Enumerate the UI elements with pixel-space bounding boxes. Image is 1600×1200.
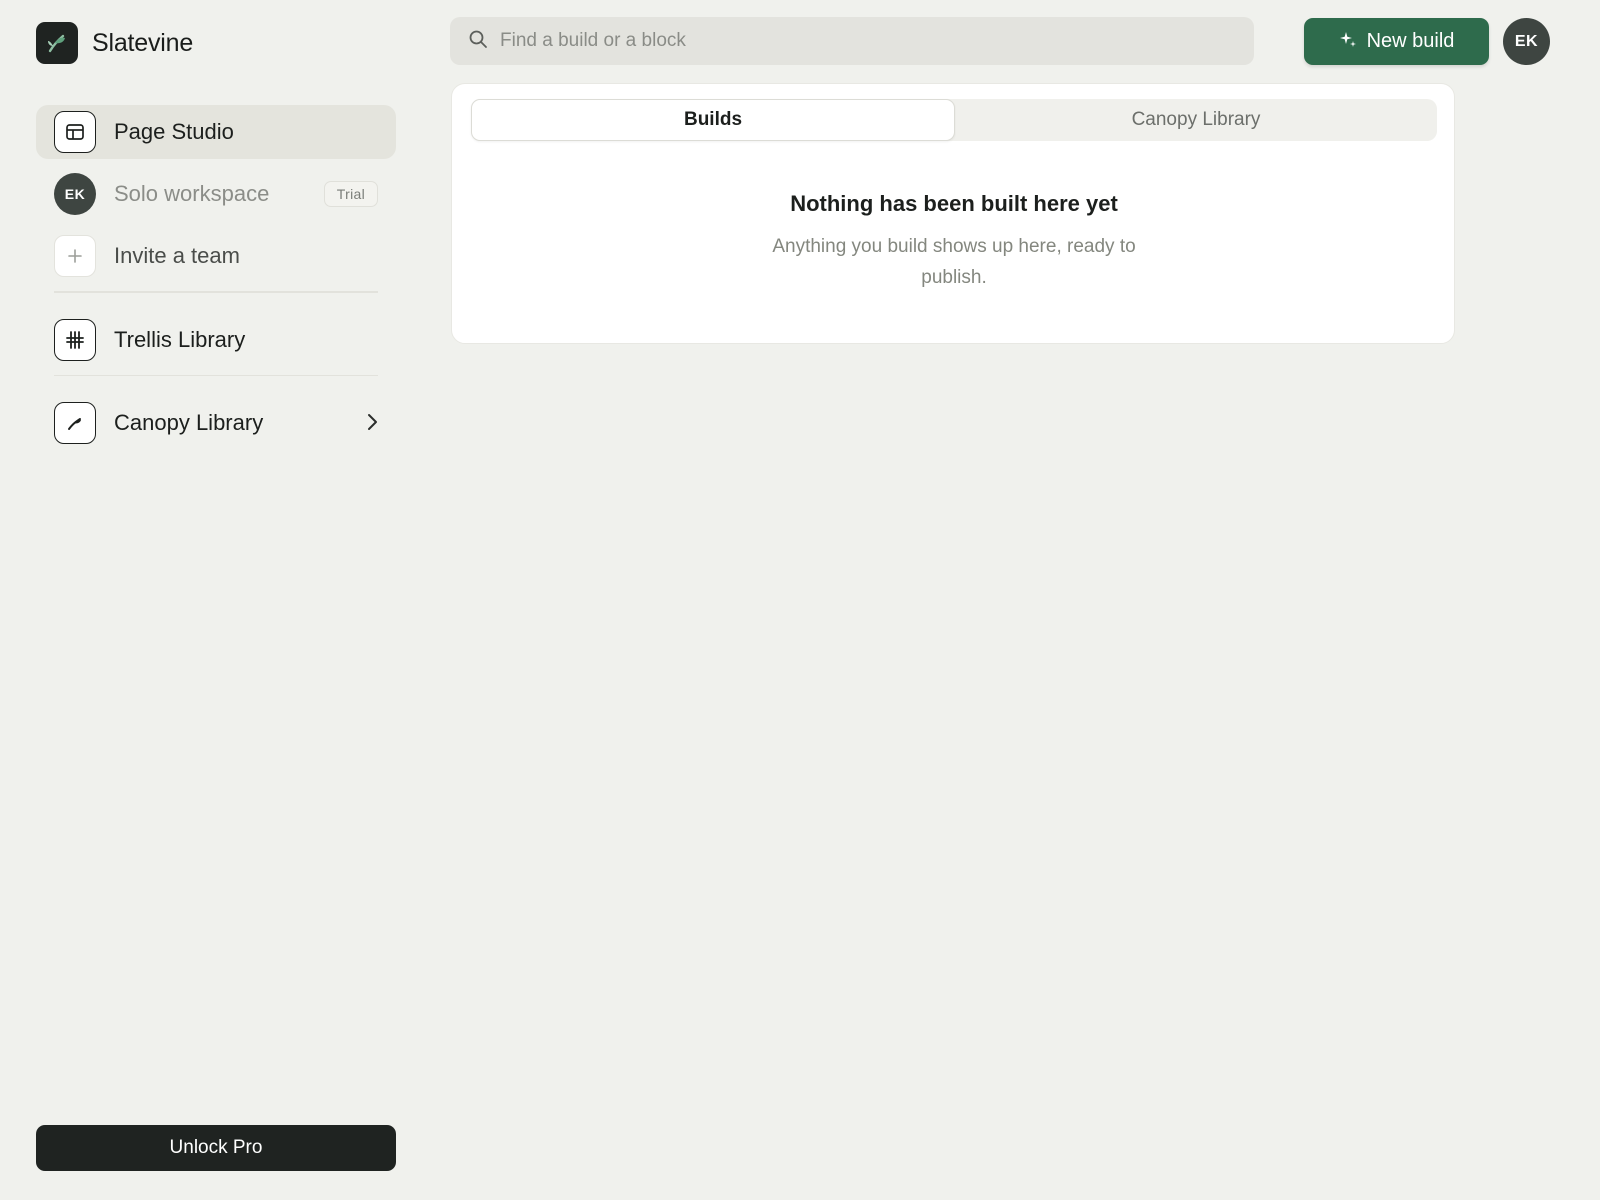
sidebar-divider: [54, 374, 378, 376]
sidebar-nav: Page Studio EK Solo workspace Trial Invi…: [36, 105, 396, 458]
sidebar-item-label: Invite a team: [114, 243, 240, 268]
sidebar-item-label: Solo workspace: [114, 181, 270, 206]
plus-icon: [54, 235, 96, 277]
sidebar-item-solo-workspace[interactable]: EK Solo workspace Trial: [36, 167, 396, 221]
tab-canopy-library[interactable]: Canopy Library: [955, 99, 1437, 141]
new-build-label: New build: [1366, 30, 1455, 52]
search-bar[interactable]: [450, 17, 1254, 65]
sidebar-item-label: Page Studio: [114, 119, 234, 144]
sidebar-divider: [54, 291, 378, 293]
app-name: Slatevine: [92, 28, 194, 57]
sprout-icon: [36, 22, 78, 64]
search-input[interactable]: [500, 30, 1254, 52]
sidebar: Slatevine Page Studio EK Solo workspace …: [36, 0, 396, 1200]
sidebar-item-page-studio[interactable]: Page Studio: [36, 105, 396, 159]
grid-hash-icon: [54, 318, 96, 361]
empty-state: Nothing has been built here yet Anything…: [452, 191, 1456, 293]
tab-bar: Builds Canopy Library: [471, 99, 1437, 141]
user-avatar[interactable]: EK: [1503, 18, 1550, 65]
sidebar-item-trellis-library[interactable]: Trellis Library: [36, 313, 396, 367]
new-build-button[interactable]: New build: [1304, 18, 1489, 65]
unlock-pro-button[interactable]: Unlock Pro: [36, 1125, 396, 1171]
sidebar-item-label: Canopy Library: [114, 410, 264, 435]
empty-state-subtitle: Anything you build shows up here, ready …: [772, 236, 1136, 288]
brand[interactable]: Slatevine: [36, 22, 193, 64]
sidebar-item-canopy-library[interactable]: Canopy Library: [36, 396, 396, 450]
chevron-right-icon[interactable]: [366, 412, 378, 437]
sidebar-item-label: Trellis Library: [114, 326, 246, 352]
layout-icon: [54, 111, 96, 153]
sprout-icon: [54, 402, 96, 444]
builds-card: Builds Canopy Library Nothing has been b…: [451, 83, 1455, 344]
sidebar-item-invite-team[interactable]: Invite a team: [36, 229, 396, 283]
app-root: Slatevine Page Studio EK Solo workspace …: [0, 0, 1600, 1200]
sparkle-icon: [1339, 30, 1357, 54]
tab-builds[interactable]: Builds: [471, 99, 955, 141]
workspace-avatar: EK: [54, 173, 96, 215]
trial-badge: Trial: [323, 181, 378, 207]
search-icon: [468, 29, 488, 54]
empty-state-title: Nothing has been built here yet: [790, 191, 1118, 216]
